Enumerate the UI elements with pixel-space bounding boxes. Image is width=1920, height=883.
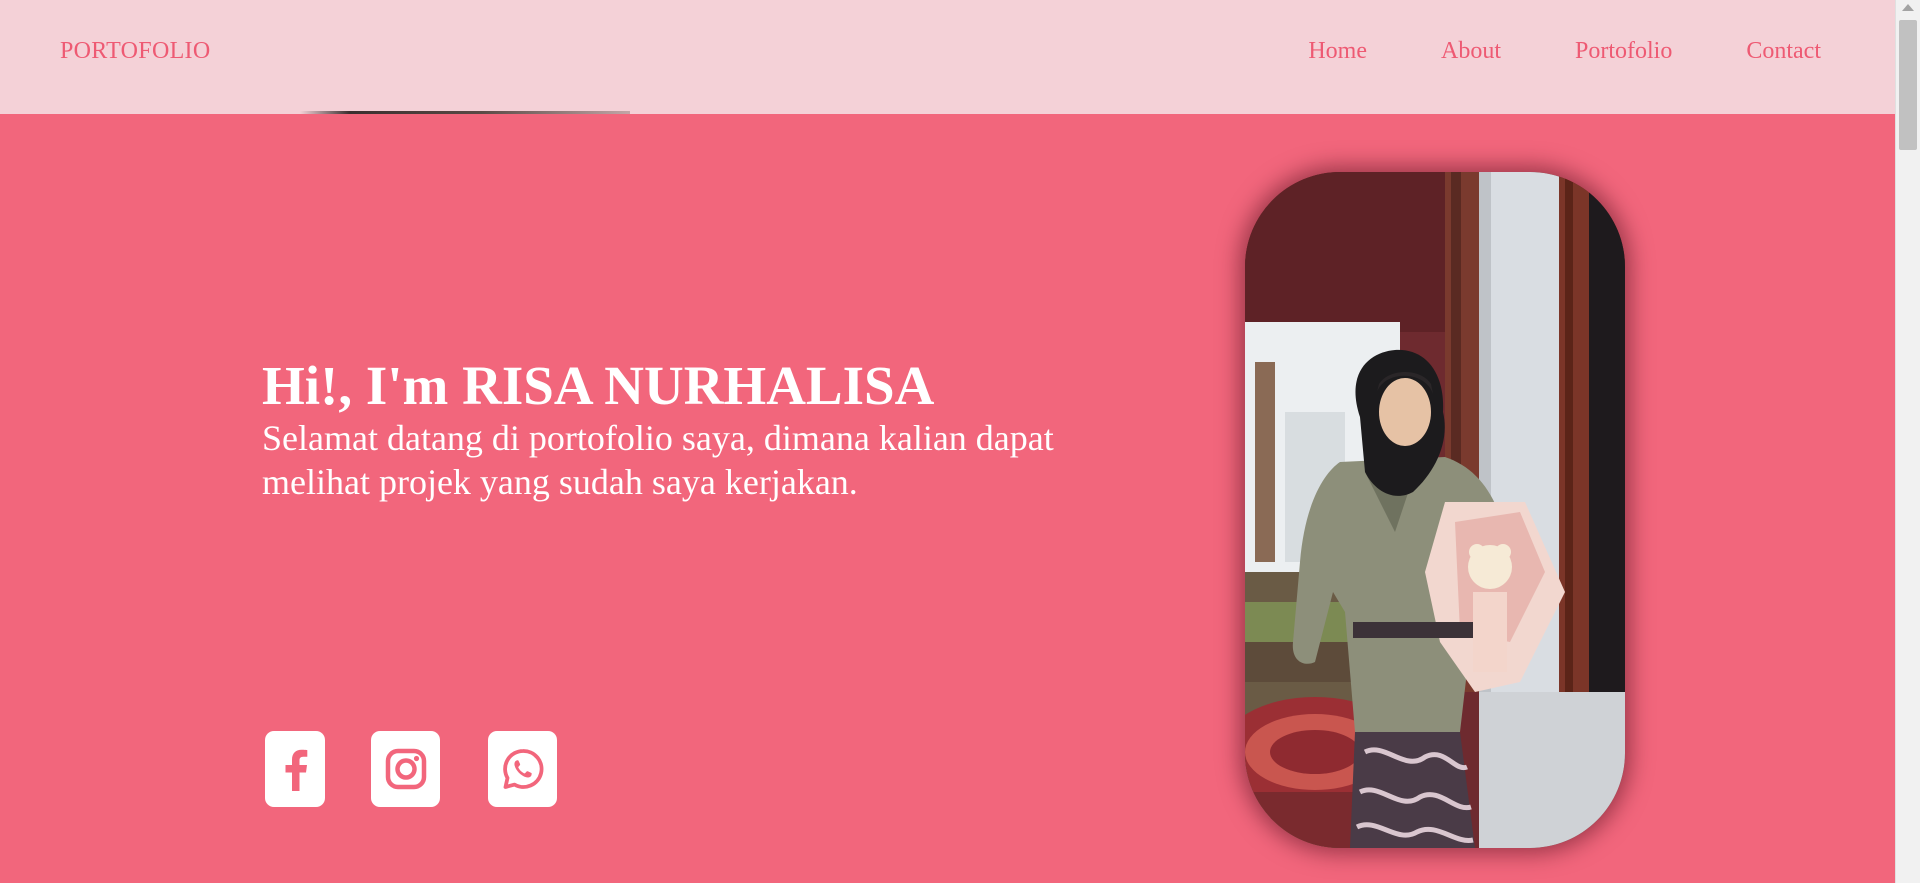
profile-photo bbox=[1245, 172, 1625, 848]
instagram-icon bbox=[384, 747, 428, 791]
whatsapp-button[interactable] bbox=[488, 731, 557, 807]
hero-subtitle: Selamat datang di portofolio saya, diman… bbox=[262, 418, 1054, 502]
scroll-up-arrow-icon[interactable] bbox=[1902, 4, 1914, 11]
image-edge-decoration bbox=[300, 111, 630, 114]
whatsapp-icon bbox=[501, 747, 545, 791]
facebook-icon bbox=[280, 747, 310, 791]
brand-logo[interactable]: PORTOFOLIO bbox=[60, 38, 210, 65]
scroll-thumb[interactable] bbox=[1899, 20, 1917, 150]
nav-home[interactable]: Home bbox=[1308, 38, 1367, 65]
nav-about[interactable]: About bbox=[1441, 38, 1501, 65]
page: PORTOFOLIO Home About Portofolio Contact… bbox=[0, 0, 1895, 883]
nav-contact[interactable]: Contact bbox=[1746, 38, 1821, 65]
facebook-button[interactable] bbox=[265, 731, 325, 807]
hero-title: Hi!, I'm RISA NURHALISA bbox=[262, 355, 935, 416]
navbar: PORTOFOLIO Home About Portofolio Contact bbox=[0, 0, 1895, 114]
nav-portofolio[interactable]: Portofolio bbox=[1575, 38, 1672, 65]
nav-links: Home About Portofolio Contact bbox=[1308, 38, 1821, 65]
vertical-scrollbar[interactable] bbox=[1895, 0, 1920, 883]
instagram-button[interactable] bbox=[371, 731, 440, 807]
